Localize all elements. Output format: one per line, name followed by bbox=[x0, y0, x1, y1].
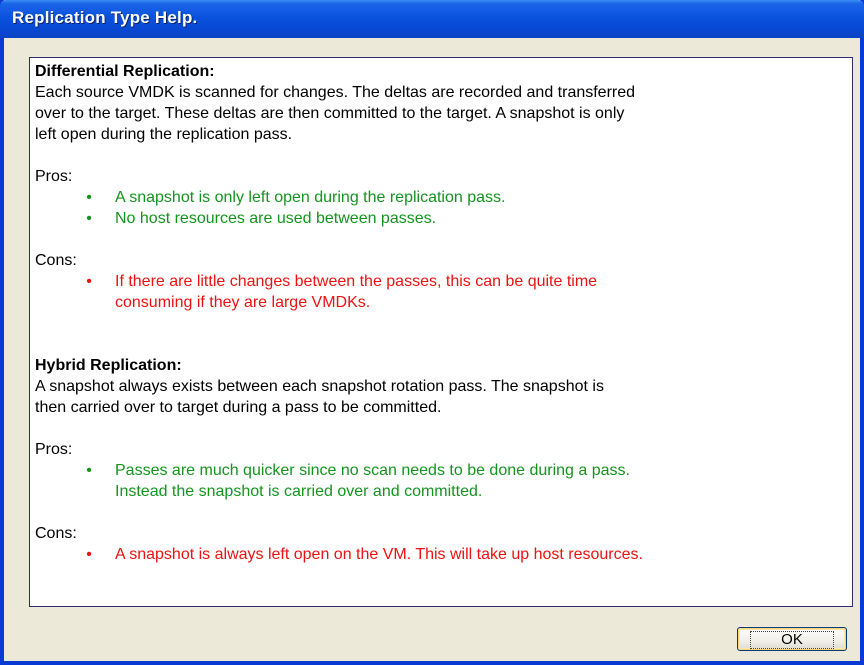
help-dialog-window: Replication Type Help. Differential Repl… bbox=[0, 0, 864, 665]
cons-list: • A snapshot is always left open on the … bbox=[35, 544, 844, 565]
ok-button-label: OK bbox=[750, 630, 834, 649]
section-heading: Hybrid Replication: bbox=[35, 357, 182, 374]
list-item: • If there are little changes between th… bbox=[35, 271, 844, 313]
pros-label: Pros: bbox=[35, 168, 73, 185]
bullet-icon: • bbox=[86, 189, 92, 206]
section-description-line: A snapshot always exists between each sn… bbox=[35, 378, 604, 395]
list-item-text: No host resources are used between passe… bbox=[115, 210, 437, 227]
bullet-icon: • bbox=[86, 273, 92, 290]
pros-list: • A snapshot is only left open during th… bbox=[35, 187, 844, 229]
window-title: Replication Type Help. bbox=[12, 8, 198, 27]
list-item: • A snapshot is only left open during th… bbox=[35, 187, 844, 208]
list-item-text: Passes are much quicker since no scan ne… bbox=[115, 462, 630, 479]
help-content-panel: Differential Replication: Each source VM… bbox=[29, 57, 853, 607]
cons-label: Cons: bbox=[35, 252, 77, 269]
list-item-text: If there are little changes between the … bbox=[115, 273, 598, 290]
pros-label: Pros: bbox=[35, 441, 73, 458]
bullet-icon: • bbox=[86, 546, 92, 563]
list-item-text: consuming if they are large VMDKs. bbox=[115, 294, 371, 311]
list-item: • Passes are much quicker since no scan … bbox=[35, 460, 844, 502]
section-description-line: Each source VMDK is scanned for changes.… bbox=[35, 84, 636, 101]
list-item-text: A snapshot is only left open during the … bbox=[115, 189, 506, 206]
section-description-line: left open during the replication pass. bbox=[35, 126, 293, 143]
cons-list: • If there are little changes between th… bbox=[35, 271, 844, 313]
ok-button[interactable]: OK bbox=[737, 627, 847, 651]
section-heading: Differential Replication: bbox=[35, 63, 215, 80]
cons-label: Cons: bbox=[35, 525, 77, 542]
list-item: • No host resources are used between pas… bbox=[35, 208, 844, 229]
list-item-text: Instead the snapshot is carried over and… bbox=[115, 483, 483, 500]
pros-list: • Passes are much quicker since no scan … bbox=[35, 460, 844, 502]
bullet-icon: • bbox=[86, 210, 92, 227]
section-description-line: then carried over to target during a pas… bbox=[35, 399, 442, 416]
hybrid-section: Hybrid Replication: A snapshot always ex… bbox=[35, 355, 844, 565]
list-item: • A snapshot is always left open on the … bbox=[35, 544, 844, 565]
list-item-text: A snapshot is always left open on the VM… bbox=[115, 546, 643, 563]
title-bar[interactable]: Replication Type Help. bbox=[0, 0, 864, 38]
bullet-icon: • bbox=[86, 462, 92, 479]
differential-section: Differential Replication: Each source VM… bbox=[35, 61, 844, 313]
section-description-line: over to the target. These deltas are the… bbox=[35, 105, 625, 122]
